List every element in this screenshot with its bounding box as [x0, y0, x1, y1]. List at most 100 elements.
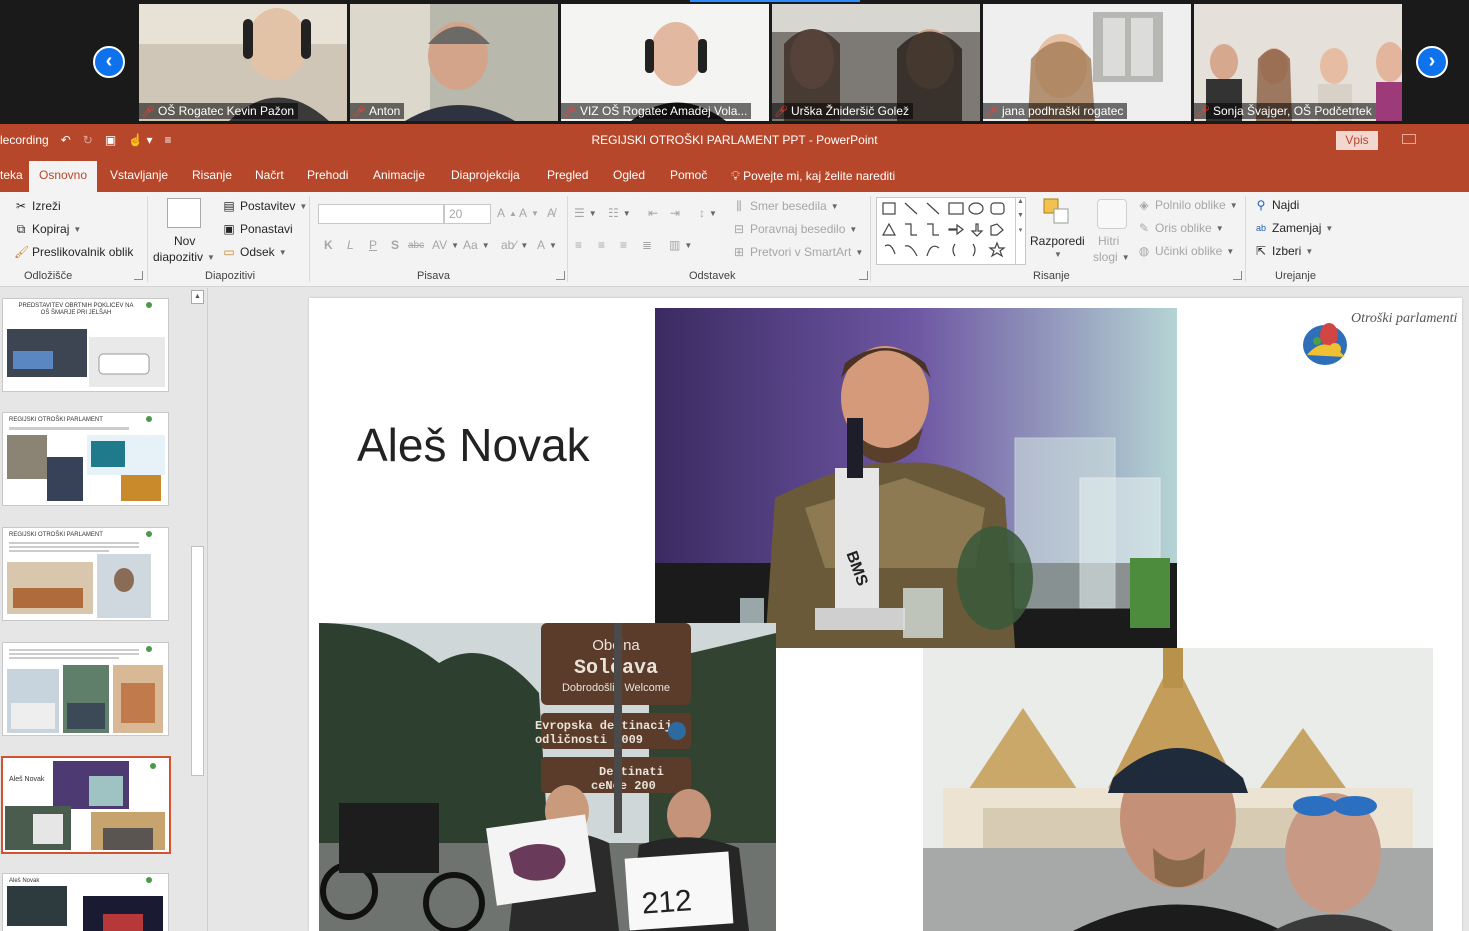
tab-animations[interactable]: Animacije: [373, 168, 425, 182]
new-slide-icon[interactable]: [167, 198, 201, 228]
shrink-font-button[interactable]: A ▼: [519, 206, 539, 220]
tab-review[interactable]: Pregled: [547, 168, 588, 182]
participant-tile[interactable]: 🎤︎ Urška Žnideršič Golež: [772, 4, 980, 121]
shape-outline-button[interactable]: ✎ Oris oblike ▼: [1137, 221, 1224, 235]
participant-tile[interactable]: 🎤︎ Sonja Švajger, OŠ Podčetrtek: [1194, 4, 1402, 121]
tell-me-search[interactable]: 💡︎ Povejte mi, kaj želite narediti: [731, 168, 895, 184]
slide-title[interactable]: Aleš Novak: [357, 418, 590, 472]
select-button[interactable]: ⇱ Izberi ▼: [1254, 244, 1313, 258]
shape-effects-button[interactable]: ◍ Učinki oblike ▼: [1137, 244, 1235, 258]
slide-thumbnail[interactable]: REGIJSKI OTROŠKI PARLAMENT: [2, 527, 169, 621]
section-button[interactable]: ▭ Odsek ▼: [222, 245, 286, 259]
clipboard-launcher-icon[interactable]: [134, 271, 143, 280]
slide-thumbnail[interactable]: [2, 642, 169, 736]
font-size-combobox[interactable]: 20: [444, 204, 491, 224]
sign3-line-2: ceNce 200: [591, 779, 656, 793]
reset-button[interactable]: ▣ Ponastavi: [222, 222, 292, 236]
thumbnail-scrollbar[interactable]: ▲: [189, 288, 206, 931]
chevron-down-icon: ▼: [830, 201, 839, 211]
italic-button[interactable]: L: [347, 238, 354, 252]
align-right-icon[interactable]: ≡: [620, 238, 627, 252]
tab-help[interactable]: Pomoč: [670, 168, 707, 182]
drawing-launcher-icon[interactable]: [1233, 271, 1242, 280]
font-launcher-icon[interactable]: [556, 271, 565, 280]
layout-button[interactable]: ▤ Postavitev ▼: [222, 199, 307, 213]
justify-icon[interactable]: ≣: [642, 238, 652, 252]
quick-styles-icon[interactable]: [1097, 199, 1127, 229]
bullets-button[interactable]: ☰ ▼: [574, 206, 597, 220]
cut-button[interactable]: ✂ Izreži: [14, 199, 61, 213]
grow-font-button[interactable]: A ▲: [497, 206, 517, 220]
character-spacing-button[interactable]: AV ▼: [432, 238, 459, 252]
slide-canvas[interactable]: Aleš Novak Otroški parlamenti BMS Dobrod…: [309, 298, 1462, 931]
copy-button[interactable]: ⧉ Kopiraj ▼: [14, 222, 82, 236]
new-slide-label[interactable]: Nov: [174, 234, 195, 248]
shapes-gallery-icons: [881, 202, 1006, 258]
columns-button[interactable]: ▥ ▼: [669, 238, 692, 252]
increase-indent-icon[interactable]: ⇥: [670, 206, 680, 220]
highlight-button[interactable]: ab⁄ ▼: [501, 238, 528, 252]
new-slide-dropdown[interactable]: diapozitiv ▼: [153, 250, 215, 264]
font-color-button[interactable]: A ▼: [537, 238, 557, 252]
arrange-icon[interactable]: [1042, 197, 1072, 229]
participant-tile[interactable]: 🎤︎ OŠ Rogatec Kevin Pažon: [139, 4, 347, 121]
slide-thumbnail-selected[interactable]: Aleš Novak: [1, 756, 171, 854]
participant-name: 🎤︎ OŠ Rogatec Kevin Pažon: [139, 103, 299, 119]
align-center-icon[interactable]: ≡: [598, 238, 605, 252]
previous-page-button[interactable]: ‹: [93, 46, 125, 78]
scrollbar-thumb[interactable]: [191, 546, 204, 776]
participant-tile[interactable]: 🎤︎ jana podhraški rogatec: [983, 4, 1191, 121]
slide-thumbnail[interactable]: PREDSTAVITEV OBRTNIH POKLICEV NA OŠ ŠMAR…: [2, 298, 169, 392]
mic-muted-icon: 🎤︎: [985, 106, 999, 118]
tab-home[interactable]: Osnovno: [29, 161, 98, 192]
numbering-button[interactable]: ☷ ▼: [608, 206, 631, 220]
tab-insert[interactable]: Vstavljanje: [110, 168, 168, 182]
format-painter-button[interactable]: 🖌︎ Preslikovalnik oblik: [14, 245, 133, 259]
scientist-microscope-photo[interactable]: BMS: [655, 308, 1177, 648]
group-label-font: Pisava: [417, 270, 451, 282]
shadow-button[interactable]: S: [391, 238, 399, 252]
arrange-button[interactable]: Razporedi: [1030, 234, 1085, 248]
underline-button[interactable]: P: [369, 238, 377, 252]
shape-fill-button[interactable]: ◈ Polnilo oblike ▼: [1137, 198, 1237, 212]
text-direction-button[interactable]: ⫼ Smer besedila ▼: [732, 199, 839, 213]
quick-styles-dropdown[interactable]: slogi ▼: [1093, 250, 1130, 264]
sign-in-button[interactable]: Vpis: [1336, 131, 1378, 150]
tab-view[interactable]: Ogled: [613, 168, 645, 182]
participant-tile[interactable]: 🎤︎ Anton: [350, 4, 558, 121]
gallery-scroll-icon[interactable]: ▲ ▼ ▾: [1015, 198, 1025, 264]
line-spacing-button[interactable]: ↕ ▼: [699, 206, 717, 220]
slide-thumbnail[interactable]: Aleš Novak: [2, 873, 169, 931]
solcava-sign-photo[interactable]: Občina Solčava Dobrodošli - Welcome Evro…: [319, 623, 776, 931]
ribbon-display-options-icon[interactable]: [1402, 134, 1416, 144]
shapes-gallery[interactable]: ▲ ▼ ▾: [876, 197, 1026, 265]
strikethrough-button[interactable]: abc: [408, 240, 424, 251]
logo-emblem: [1303, 323, 1347, 365]
change-case-button[interactable]: Aa ▼: [463, 238, 490, 252]
tab-draw[interactable]: Risanje: [192, 168, 232, 182]
chevron-down-icon[interactable]: ▼: [1054, 250, 1062, 259]
align-text-button[interactable]: ⊟ Poravnaj besedilo ▼: [732, 222, 857, 236]
decrease-indent-icon[interactable]: ⇤: [648, 206, 658, 220]
powerpoint-title-bar: lecording ↶ ↻ ▣ ☝ ▾ ≡ REGIJSKI OTROŠKI P…: [0, 124, 1469, 158]
bold-button[interactable]: K: [324, 238, 333, 252]
mic-muted-icon: 🎤︎: [141, 106, 155, 118]
pencil-icon: ✎: [1138, 221, 1150, 235]
tab-transitions[interactable]: Prehodi: [307, 168, 348, 182]
tab-slideshow[interactable]: Diaprojekcija: [451, 168, 520, 182]
scroll-up-icon[interactable]: ▲: [191, 290, 204, 304]
participant-tile[interactable]: 🎤︎ VIZ OŠ Rogatec Amadej Vola...: [561, 4, 769, 121]
find-button[interactable]: ⚲ Najdi: [1254, 198, 1300, 212]
tab-file[interactable]: teka: [0, 168, 23, 182]
quick-styles-label[interactable]: Hitri: [1098, 234, 1119, 248]
replace-button[interactable]: ab Zamenjaj ▼: [1254, 221, 1333, 235]
tab-design[interactable]: Načrt: [255, 168, 284, 182]
clear-formatting-icon[interactable]: A̸: [547, 206, 555, 220]
align-left-icon[interactable]: ≡: [575, 238, 582, 252]
paragraph-launcher-icon[interactable]: [859, 271, 868, 280]
next-page-button[interactable]: ›: [1416, 46, 1448, 78]
slide-thumbnail[interactable]: REGIJSKI OTROŠKI PARLAMENT: [2, 412, 169, 506]
temple-selfie-photo[interactable]: [923, 648, 1433, 931]
font-name-combobox[interactable]: [318, 204, 444, 224]
convert-smartart-button[interactable]: ⊞ Pretvori v SmartArt ▼: [732, 245, 863, 259]
